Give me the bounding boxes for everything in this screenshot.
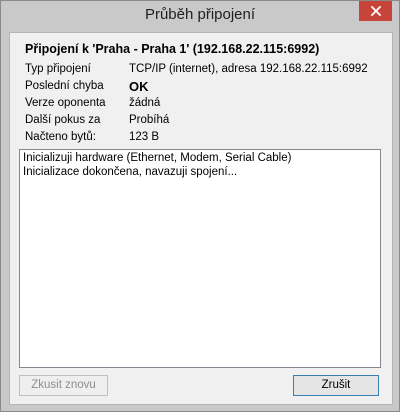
info-value: 123 B [129, 131, 160, 143]
info-value: OK [129, 79, 149, 94]
info-value: Probíhá [129, 114, 170, 126]
info-label: Typ připojení [25, 63, 91, 75]
info-label: Verze oponenta [25, 97, 106, 109]
info-label: Další pokus za [25, 114, 101, 126]
close-button[interactable] [359, 1, 392, 21]
log-line: Inicializace dokončena, navazuji spojení… [23, 166, 238, 178]
close-icon [370, 6, 381, 16]
info-label: Načteno bytů: [25, 131, 96, 143]
cancel-button[interactable]: Zrušit [293, 375, 379, 396]
connection-heading: Připojení k 'Praha - Praha 1' (192.168.2… [25, 42, 320, 56]
dialog-body: Připojení k 'Praha - Praha 1' (192.168.2… [9, 32, 393, 405]
connection-progress-dialog: Průběh připojení Připojení k 'Praha - Pr… [0, 0, 400, 412]
info-label: Poslední chyba [25, 80, 104, 92]
log-line: Inicializuji hardware (Ethernet, Modem, … [23, 152, 292, 164]
info-value: žádná [129, 97, 161, 109]
connection-log[interactable]: Inicializuji hardware (Ethernet, Modem, … [19, 149, 381, 368]
info-value: TCP/IP (internet), adresa 192.168.22.115… [129, 63, 368, 75]
window-title: Průběh připojení [144, 6, 256, 23]
retry-button[interactable]: Zkusit znovu [19, 375, 108, 396]
title-bar[interactable]: Průběh připojení [1, 1, 399, 31]
